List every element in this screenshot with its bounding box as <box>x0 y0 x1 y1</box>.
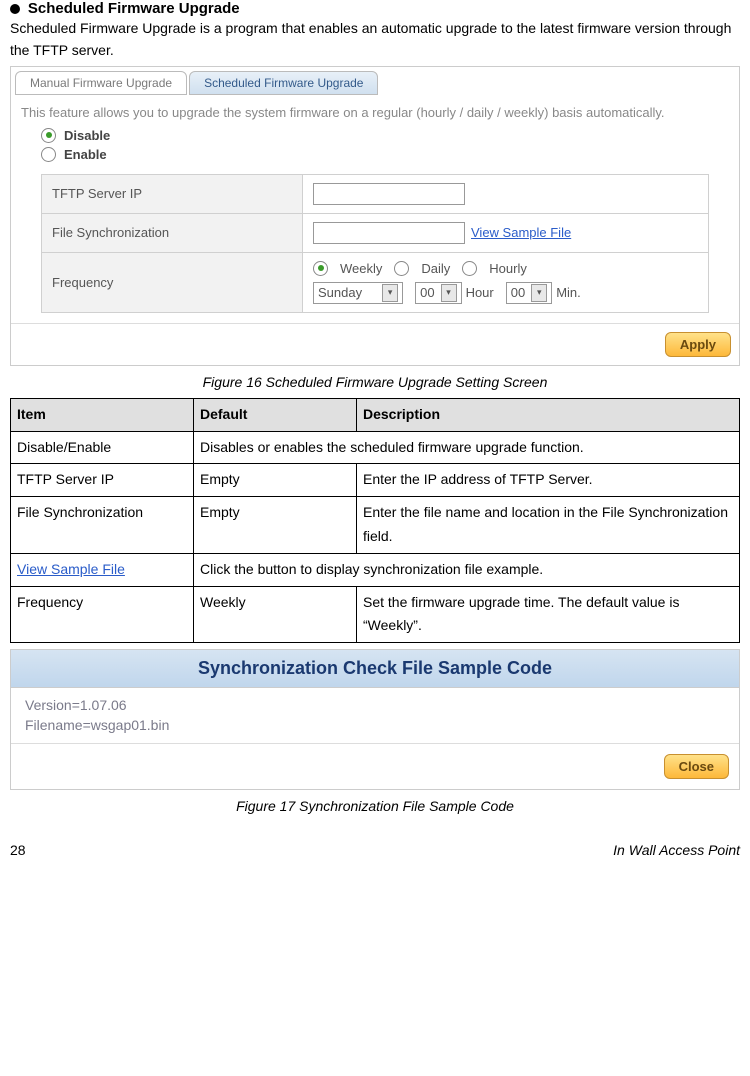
header-description: Description <box>357 398 740 431</box>
section-heading: Scheduled Firmware Upgrade <box>10 0 740 17</box>
filesync-input[interactable] <box>313 222 465 244</box>
table-row: TFTP Server IP Empty Enter the IP addres… <box>11 464 740 497</box>
row-value-tftp <box>303 174 709 213</box>
freq-weekly-radio[interactable]: Weekly <box>313 261 382 276</box>
table-row: Frequency Weekly Set the firmware upgrad… <box>11 586 740 643</box>
radio-unselected-icon <box>41 147 56 162</box>
page-footer: 28 In Wall Access Point <box>0 822 750 868</box>
radio-enable-row[interactable]: Enable <box>11 145 739 164</box>
cell-item: File Synchronization <box>11 497 194 554</box>
freq-day-select[interactable]: Sunday ▾ <box>313 282 403 304</box>
select-value: 00 <box>420 285 434 300</box>
row-value-frequency: Weekly Daily Hourly Sunday <box>303 252 709 312</box>
radio-label: Disable <box>64 128 110 143</box>
sample-code-box: Synchronization Check File Sample Code V… <box>10 649 740 790</box>
feature-description: This feature allows you to upgrade the s… <box>11 95 739 126</box>
cell-item: Frequency <box>11 586 194 643</box>
cell-item: Disable/Enable <box>11 431 194 464</box>
radio-unselected-icon <box>462 261 477 276</box>
cell-desc: Click the button to display synchronizat… <box>194 553 740 586</box>
tftp-input[interactable] <box>313 183 465 205</box>
radio-selected-icon <box>41 128 56 143</box>
freq-min-select[interactable]: 00 ▾ <box>506 282 552 304</box>
cell-default: Empty <box>194 497 357 554</box>
hour-label: Hour <box>466 285 494 300</box>
min-label: Min. <box>556 285 581 300</box>
tabs-bar: Manual Firmware Upgrade Scheduled Firmwa… <box>11 67 739 95</box>
sample-line2: Filename=wsgap01.bin <box>25 716 725 736</box>
freq-hourly-radio[interactable]: Hourly <box>462 261 527 276</box>
row-label-frequency: Frequency <box>42 252 303 312</box>
sample-footer: Close <box>11 743 739 789</box>
select-value: Sunday <box>318 285 362 300</box>
freq-label: Weekly <box>340 261 382 276</box>
radio-label: Enable <box>64 147 107 162</box>
book-title: In Wall Access Point <box>613 842 740 858</box>
bullet-icon <box>10 4 20 14</box>
table-row: File Synchronization Empty Enter the fil… <box>11 497 740 554</box>
figure-caption-17: Figure 17 Synchronization File Sample Co… <box>10 798 740 814</box>
chevron-down-icon: ▾ <box>382 284 398 302</box>
sample-body: Version=1.07.06 Filename=wsgap01.bin <box>11 688 739 743</box>
button-label: Apply <box>680 337 716 352</box>
cell-desc: Disables or enables the scheduled firmwa… <box>194 431 740 464</box>
apply-button[interactable]: Apply <box>665 332 731 357</box>
tab-manual-firmware[interactable]: Manual Firmware Upgrade <box>15 71 187 95</box>
radio-disable-row[interactable]: Disable <box>11 126 739 145</box>
description-table: Item Default Description Disable/Enable … <box>10 398 740 643</box>
freq-daily-radio[interactable]: Daily <box>394 261 450 276</box>
cell-desc: Set the firmware upgrade time. The defau… <box>357 586 740 643</box>
figure-caption-16: Figure 16 Scheduled Firmware Upgrade Set… <box>10 374 740 390</box>
section-title: Scheduled Firmware Upgrade <box>28 0 240 17</box>
settings-table: TFTP Server IP File Synchronization View… <box>41 174 709 313</box>
cell-default: Empty <box>194 464 357 497</box>
cell-item-view-sample: View Sample File <box>11 553 194 586</box>
close-button[interactable]: Close <box>664 754 729 779</box>
page-number: 28 <box>10 842 26 858</box>
tab-label: Manual Firmware Upgrade <box>30 76 172 90</box>
row-label-filesync: File Synchronization <box>42 213 303 252</box>
freq-hour-select[interactable]: 00 ▾ <box>415 282 461 304</box>
table-row: Disable/Enable Disables or enables the s… <box>11 431 740 464</box>
chevron-down-icon: ▾ <box>531 284 547 302</box>
tab-scheduled-firmware[interactable]: Scheduled Firmware Upgrade <box>189 71 378 95</box>
section-description: Scheduled Firmware Upgrade is a program … <box>10 17 740 62</box>
screenshot-scheduled-upgrade: Manual Firmware Upgrade Scheduled Firmwa… <box>10 66 740 366</box>
cell-desc: Enter the file name and location in the … <box>357 497 740 554</box>
sample-header: Synchronization Check File Sample Code <box>11 650 739 688</box>
select-value: 00 <box>511 285 525 300</box>
freq-label: Hourly <box>489 261 527 276</box>
cell-item: TFTP Server IP <box>11 464 194 497</box>
cell-default: Weekly <box>194 586 357 643</box>
view-sample-link[interactable]: View Sample File <box>471 225 571 240</box>
apply-row: Apply <box>11 323 739 365</box>
sample-line1: Version=1.07.06 <box>25 696 725 716</box>
chevron-down-icon: ▾ <box>441 284 457 302</box>
cell-desc: Enter the IP address of TFTP Server. <box>357 464 740 497</box>
row-value-filesync: View Sample File <box>303 213 709 252</box>
tab-label: Scheduled Firmware Upgrade <box>204 76 363 90</box>
radio-selected-icon <box>313 261 328 276</box>
row-label-tftp: TFTP Server IP <box>42 174 303 213</box>
button-label: Close <box>679 759 714 774</box>
freq-label: Daily <box>421 261 450 276</box>
table-row: View Sample File Click the button to dis… <box>11 553 740 586</box>
radio-unselected-icon <box>394 261 409 276</box>
header-default: Default <box>194 398 357 431</box>
header-item: Item <box>11 398 194 431</box>
